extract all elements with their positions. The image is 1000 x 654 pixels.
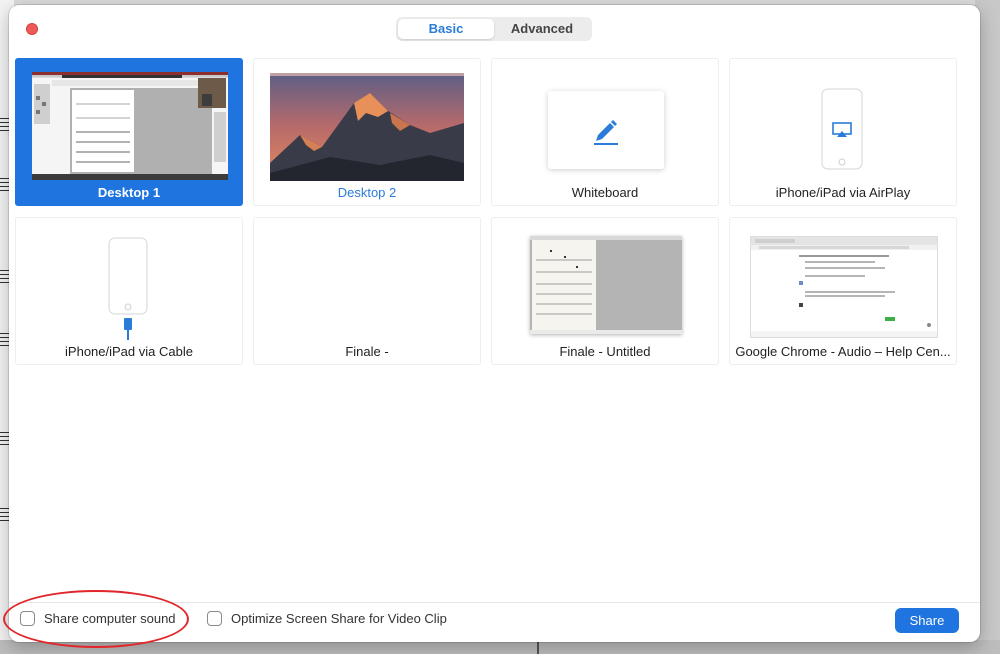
tile-label: Google Chrome - Audio – Help Cen... <box>735 344 951 359</box>
tile-finale[interactable]: Finale - <box>253 217 481 365</box>
tile-label: iPhone/iPad via AirPlay <box>775 185 911 200</box>
annotation-highlight-ellipse <box>3 590 189 648</box>
chrome-window-thumbnail <box>750 236 938 338</box>
tile-airplay[interactable]: iPhone/iPad via AirPlay <box>729 58 957 206</box>
optimize-video-checkbox[interactable] <box>207 611 222 626</box>
tile-label: Finale - Untitled <box>559 344 651 359</box>
pencil-icon <box>594 120 618 145</box>
tab-advanced[interactable]: Advanced <box>494 19 590 39</box>
music-staff-fragment <box>0 508 9 524</box>
close-button[interactable] <box>26 23 38 35</box>
tile-desktop-1[interactable]: Desktop 1 <box>15 58 243 206</box>
tile-label: Desktop 1 <box>97 185 161 200</box>
tile-google-chrome[interactable]: Google Chrome - Audio – Help Cen... <box>729 217 957 365</box>
music-staff-fragment <box>0 333 9 349</box>
share-screen-dialog: Basic Advanced Desktop 1 Desktop 2 White… <box>9 5 980 642</box>
desktop-1-thumbnail <box>32 72 228 180</box>
optimize-video-label: Optimize Screen Share for Video Clip <box>231 611 447 626</box>
desktop-2-thumbnail <box>270 73 464 181</box>
music-staff-fragment <box>0 270 9 286</box>
whiteboard-thumbnail <box>548 91 664 169</box>
music-staff-fragment <box>0 178 9 194</box>
tile-label: Finale - <box>345 344 389 359</box>
desktop-divider <box>537 640 539 654</box>
tile-label: Whiteboard <box>571 185 639 200</box>
tab-basic[interactable]: Basic <box>398 19 494 39</box>
tile-label: iPhone/iPad via Cable <box>65 344 193 359</box>
music-staff-fragment <box>0 432 9 448</box>
mode-segmented-control: Basic Advanced <box>396 17 592 41</box>
tile-cable[interactable]: iPhone/iPad via Cable <box>15 217 243 365</box>
music-staff-fragment <box>0 118 9 134</box>
cable-phone-thumbnail <box>107 236 149 340</box>
cable-phone-icon <box>108 237 148 340</box>
tile-finale-untitled[interactable]: Finale - Untitled <box>491 217 719 365</box>
airplay-phone-thumbnail <box>820 87 864 171</box>
finale-window-thumbnail <box>530 236 682 334</box>
share-button[interactable]: Share <box>895 608 959 633</box>
airplay-icon <box>821 88 863 170</box>
tile-whiteboard[interactable]: Whiteboard <box>491 58 719 206</box>
tile-desktop-2[interactable]: Desktop 2 <box>253 58 481 206</box>
tile-label: Desktop 2 <box>337 185 397 200</box>
optimize-video-option[interactable]: Optimize Screen Share for Video Clip <box>207 611 447 626</box>
